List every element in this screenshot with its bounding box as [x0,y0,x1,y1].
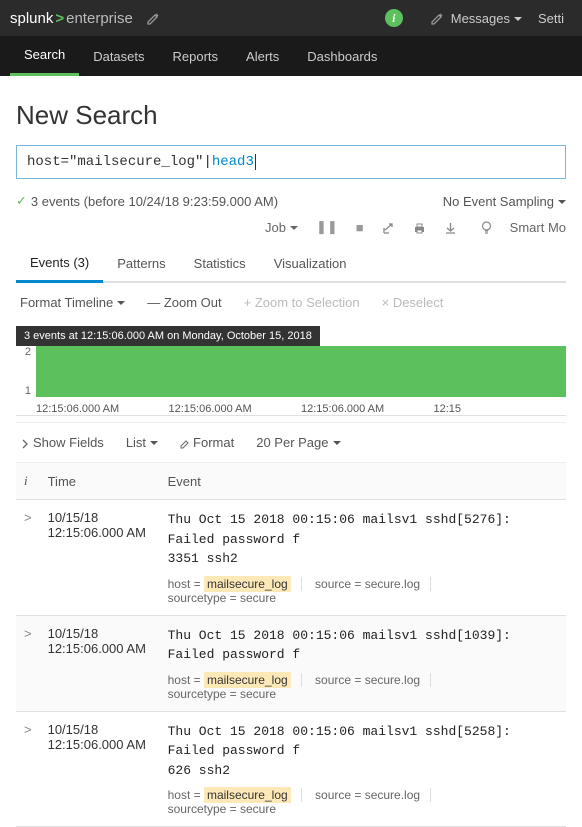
page-title: New Search [16,100,566,131]
y-tick-1: 1 [25,385,31,397]
search-input[interactable]: host="mailsecure_log" | head 3 [16,145,566,179]
nav-search[interactable]: Search [10,36,79,76]
text-cursor [255,154,256,170]
events-table: i Time Event > 10/15/18 12:15:06.000 AM … [16,463,566,827]
field-sourcetype[interactable]: sourcetype = secure [168,802,286,816]
job-menu[interactable]: Job [265,220,298,235]
edit-icon-2[interactable] [431,11,443,26]
brand-right: enterprise [66,10,133,27]
timeline-yaxis: 2 1 [16,346,34,397]
zoom-out-button[interactable]: — Zoom Out [147,295,221,310]
result-tabs: Events (3) Patterns Statistics Visualiza… [16,245,566,283]
smart-mode[interactable]: Smart Mo [510,220,566,235]
field-source[interactable]: source = secure.log [315,577,431,591]
event-time: 12:15:06.000 AM [48,641,152,656]
format-timeline-dropdown[interactable]: Format Timeline [20,295,125,310]
x-tick: 12:15:06.000 AM [169,403,302,415]
format-button[interactable]: Format [180,435,234,450]
messages-menu[interactable]: Messages [451,11,522,26]
table-row: > 10/15/18 12:15:06.000 AM Thu Oct 15 20… [16,711,566,827]
event-fields: host = mailsecure_log source = secure.lo… [168,788,558,816]
download-icon[interactable] [444,219,457,234]
field-source[interactable]: source = secure.log [315,788,431,802]
tab-statistics[interactable]: Statistics [180,246,260,281]
search-text-num: 3 [245,154,253,170]
stop-icon[interactable]: ■ [356,220,364,235]
expand-icon[interactable]: > [24,510,32,525]
col-time[interactable]: Time [40,463,160,500]
nav-reports[interactable]: Reports [159,36,233,76]
field-sourcetype[interactable]: sourcetype = secure [168,591,286,605]
event-raw[interactable]: Thu Oct 15 2018 00:15:06 mailsv1 sshd[52… [168,722,558,781]
sampling-dropdown[interactable]: No Event Sampling [443,194,566,209]
table-row: > 10/15/18 12:15:06.000 AM Thu Oct 15 20… [16,500,566,616]
expand-icon[interactable]: > [24,722,32,737]
timeline-tooltip: 3 events at 12:15:06.000 AM on Monday, O… [16,326,320,346]
search-text-cmd: head [212,154,246,170]
share-icon[interactable] [382,219,395,234]
search-text-host: host="mailsecure_log" [27,154,203,170]
field-host[interactable]: host = mailsecure_log [168,788,302,802]
pause-icon[interactable]: ❚❚ [316,219,338,235]
info-icon[interactable]: i [385,9,403,27]
event-date: 10/15/18 [48,626,152,641]
brand-logo[interactable]: splunk > enterprise [10,10,133,27]
perpage-dropdown[interactable]: 20 Per Page [256,435,340,450]
tab-patterns[interactable]: Patterns [103,246,179,281]
event-raw[interactable]: Thu Oct 15 2018 00:15:06 mailsv1 sshd[10… [168,626,558,665]
list-controls: Show Fields List Format 20 Per Page [16,422,566,463]
status-row: ✓ 3 events (before 10/24/18 9:23:59.000 … [16,193,566,209]
status-text: 3 events (before 10/24/18 9:23:59.000 AM… [31,194,278,209]
x-tick: 12:15 [434,403,567,415]
timeline-chart[interactable]: 3 events at 12:15:06.000 AM on Monday, O… [16,326,566,416]
lightbulb-icon [481,219,492,235]
tab-visualization[interactable]: Visualization [260,246,361,281]
timeline-bar[interactable] [36,346,566,397]
col-event: Event [160,463,566,500]
expand-icon[interactable]: > [24,626,32,641]
timeline-controls: Format Timeline — Zoom Out + Zoom to Sel… [16,283,566,322]
field-host[interactable]: host = mailsecure_log [168,577,302,591]
col-info: i [16,463,40,500]
tab-events[interactable]: Events (3) [16,245,103,283]
settings-menu[interactable]: Setti [538,11,564,26]
event-raw[interactable]: Thu Oct 15 2018 00:15:06 mailsv1 sshd[52… [168,510,558,569]
deselect-button: × Deselect [382,295,444,310]
list-dropdown[interactable]: List [126,435,158,450]
event-date: 10/15/18 [48,510,152,525]
edit-icon[interactable] [147,11,159,26]
event-time: 12:15:06.000 AM [48,737,152,752]
global-topbar: splunk > enterprise i Messages Setti [0,0,582,36]
event-fields: host = mailsecure_log source = secure.lo… [168,673,558,701]
field-source[interactable]: source = secure.log [315,673,431,687]
print-icon[interactable] [413,219,426,234]
job-toolbar: Job ❚❚ ■ Smart Mo [16,209,566,241]
event-time: 12:15:06.000 AM [48,525,152,540]
app-navbar: Search Datasets Reports Alerts Dashboard… [0,36,582,76]
x-tick: 12:15:06.000 AM [301,403,434,415]
search-text-pipe: | [203,154,211,170]
event-fields: host = mailsecure_log source = secure.lo… [168,577,558,605]
brand-gt-icon: > [55,10,64,27]
table-row: > 10/15/18 12:15:06.000 AM Thu Oct 15 20… [16,615,566,711]
field-host[interactable]: host = mailsecure_log [168,673,302,687]
show-fields-button[interactable]: Show Fields [20,435,104,450]
x-tick: 12:15:06.000 AM [36,403,169,415]
check-icon: ✓ [16,193,27,209]
nav-alerts[interactable]: Alerts [232,36,293,76]
y-tick-2: 2 [25,346,31,358]
event-date: 10/15/18 [48,722,152,737]
field-sourcetype[interactable]: sourcetype = secure [168,687,286,701]
zoom-selection-button: + Zoom to Selection [244,295,360,310]
brand-left: splunk [10,10,53,27]
nav-datasets[interactable]: Datasets [79,36,158,76]
timeline-xaxis: 12:15:06.000 AM 12:15:06.000 AM 12:15:06… [36,403,566,415]
nav-dashboards[interactable]: Dashboards [293,36,391,76]
